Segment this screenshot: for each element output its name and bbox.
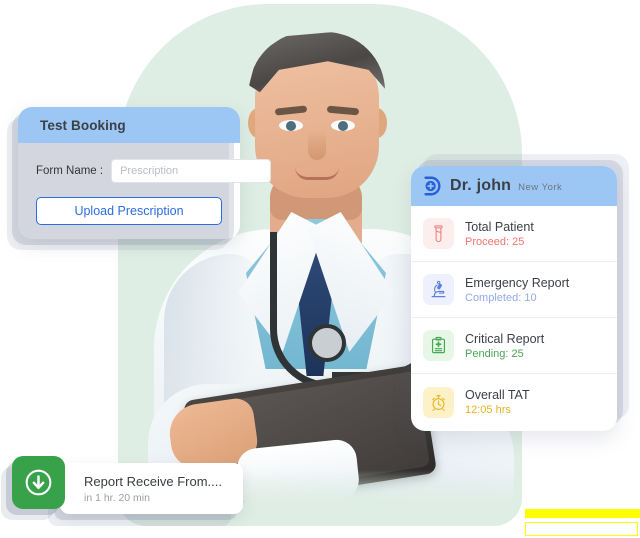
stat-subtext: Completed: 10 <box>465 292 569 304</box>
stat-row-overall-tat[interactable]: Overall TAT 12:05 hrs <box>411 374 617 430</box>
stethoscope-bell <box>308 324 346 362</box>
doctor-name: Dr. john <box>450 177 512 194</box>
doctor-dashboard-card: Dr. john New York Total Patient Proceed:… <box>411 166 617 431</box>
doctor-pupil-left <box>286 121 296 131</box>
clipboard-plus-icon <box>423 330 454 361</box>
form-name-label: Form Name : <box>36 165 104 177</box>
test-booking-title: Test Booking <box>40 117 126 133</box>
test-booking-header: Test Booking <box>18 107 240 143</box>
yellow-accent-bars <box>525 509 640 538</box>
stat-text-critical-report: Critical Report Pending: 25 <box>465 332 544 360</box>
stat-subtext: Pending: 25 <box>465 348 544 360</box>
d-plus-logo-icon <box>421 175 443 197</box>
stat-sub-value: 25 <box>511 347 524 360</box>
doctor-location: New York <box>518 182 563 193</box>
stat-sub-label: Proceed: <box>465 235 510 248</box>
stat-row-critical-report[interactable]: Critical Report Pending: 25 <box>411 318 617 374</box>
doctor-pupil-right <box>338 121 348 131</box>
download-circle-icon[interactable] <box>12 456 65 509</box>
notification-title: Report Receive From.... <box>84 473 222 489</box>
stat-sub-label: Completed: <box>465 291 522 304</box>
doctor-card-header: Dr. john New York <box>411 166 617 206</box>
stat-text-emergency-report: Emergency Report Completed: 10 <box>465 276 569 304</box>
stat-sub-value: 25 <box>512 235 525 248</box>
test-booking-body: Form Name : Upload Prescription <box>18 143 272 225</box>
test-tube-icon <box>423 218 454 249</box>
form-name-input[interactable] <box>111 159 272 183</box>
stat-sub-label: Pending: <box>465 347 509 360</box>
stat-title: Emergency Report <box>465 275 570 290</box>
upload-prescription-button[interactable]: Upload Prescription <box>36 197 222 225</box>
stat-sub-value: 10 <box>524 291 537 304</box>
alarm-clock-icon <box>423 386 454 418</box>
stat-title: Overall TAT <box>465 388 530 402</box>
stat-subtext: Proceed: 25 <box>465 236 534 248</box>
microscope-icon <box>423 274 454 305</box>
yellow-bar-solid <box>525 509 640 518</box>
stat-text-overall-tat: Overall TAT 12:05 hrs <box>465 388 530 416</box>
yellow-bar-outline <box>525 522 638 536</box>
test-booking-card: Test Booking Form Name : Upload Prescrip… <box>18 107 272 239</box>
doctor-mouth <box>295 167 339 180</box>
stat-subtext: 12:05 hrs <box>465 404 511 416</box>
doctor-nose <box>308 130 326 160</box>
stat-title: Total Patient <box>465 219 534 234</box>
stat-title: Critical Report <box>465 331 545 346</box>
form-name-row: Form Name : <box>36 159 272 183</box>
stat-row-emergency-report[interactable]: Emergency Report Completed: 10 <box>411 262 617 318</box>
stat-text-total-patient: Total Patient Proceed: 25 <box>465 220 534 248</box>
stat-row-total-patient[interactable]: Total Patient Proceed: 25 <box>411 206 617 262</box>
notification-card[interactable]: Report Receive From.... in 1 hr. 20 min <box>60 463 243 514</box>
notification-subtitle: in 1 hr. 20 min <box>84 491 150 504</box>
